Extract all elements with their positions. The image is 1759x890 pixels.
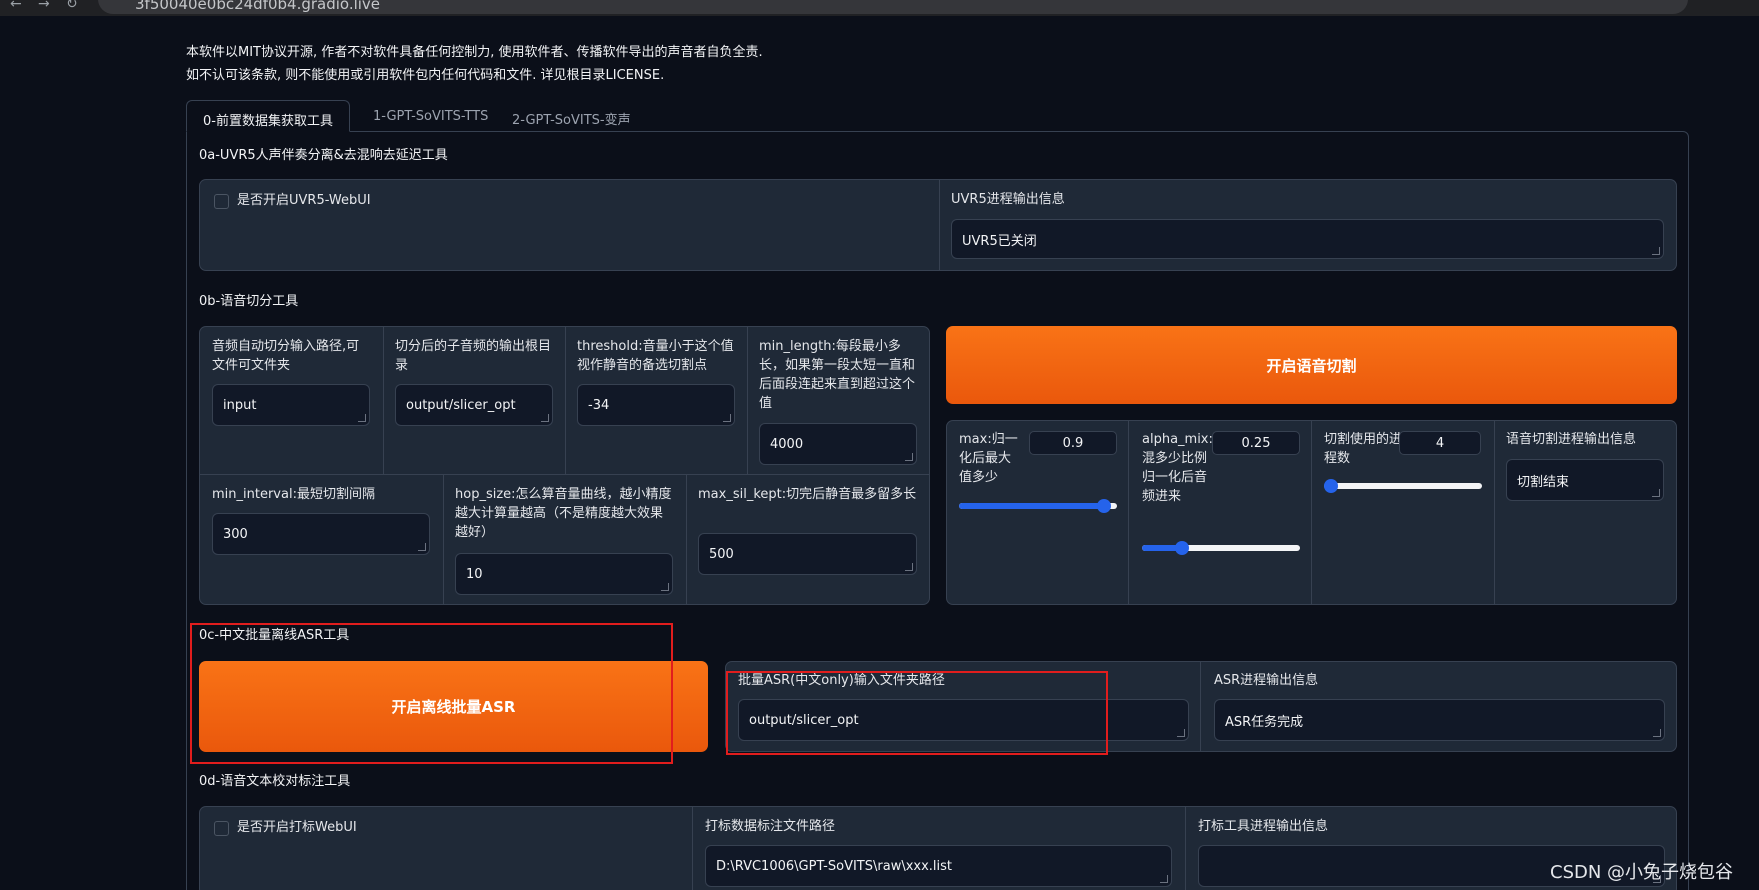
max-sil-kept-field[interactable]: 500 bbox=[698, 533, 917, 575]
asr-output-label: ASR进程输出信息 bbox=[1214, 673, 1319, 688]
input-path-label: 音频自动切分输入路径,可文件可文件夹 bbox=[212, 339, 360, 373]
min-interval-field[interactable]: 300 bbox=[212, 513, 430, 555]
uvr5-output-field[interactable]: UVR5已关闭 bbox=[951, 219, 1664, 259]
asr-output-field[interactable]: ASR任务完成 bbox=[1214, 699, 1665, 741]
label-tool-section-title: 0d-语音文本校对标注工具 bbox=[199, 774, 351, 789]
label-tool-block: 是否开启打标WebUI 打标数据标注文件路径 D:\RVC1006\GPT-So… bbox=[199, 806, 1677, 890]
max-sil-kept-label: max_sil_kept:切完后静音最多留多长 bbox=[698, 487, 917, 502]
label-webui-checkbox-label: 是否开启打标WebUI bbox=[237, 820, 357, 835]
settings-divider-3 bbox=[1494, 421, 1495, 604]
uvr5-webui-checkbox-label: 是否开启UVR5-WebUI bbox=[237, 193, 371, 208]
forward-icon[interactable]: → bbox=[38, 0, 50, 12]
tab-data-tools[interactable]: 0-前置数据集获取工具 bbox=[186, 100, 350, 132]
address-text: 3f50040e0bc24df0b4.gradio.live bbox=[135, 0, 381, 13]
slicer-output-label: 语音切割进程输出信息 bbox=[1506, 432, 1637, 447]
max-slider-thumb[interactable] bbox=[1097, 499, 1112, 513]
slicer-col-divider-2 bbox=[565, 327, 566, 474]
tab-voice-change[interactable]: 2-GPT-SoVITS-变声 bbox=[496, 100, 647, 132]
slicer-section-title: 0b-语音切分工具 bbox=[199, 294, 299, 309]
label-divider-2 bbox=[1185, 807, 1186, 890]
settings-divider-2 bbox=[1311, 421, 1312, 604]
tab-tts[interactable]: 1-GPT-SoVITS-TTS bbox=[357, 100, 504, 132]
slicer-col-divider-3 bbox=[747, 327, 748, 474]
min-interval-label: min_interval:最短切割间隔 bbox=[212, 487, 375, 502]
csdn-watermark: CSDN @小兔子烧包谷 bbox=[1550, 862, 1734, 883]
slicer-row-divider bbox=[200, 474, 929, 475]
label-divider-1 bbox=[692, 807, 693, 890]
output-dir-field[interactable]: output/slicer_opt bbox=[395, 384, 553, 426]
highlight-box-asr-button bbox=[190, 623, 673, 764]
procs-slider[interactable] bbox=[1324, 479, 1482, 493]
min-length-field[interactable]: 4000 bbox=[759, 423, 917, 465]
max-label: max:归一化后最大值多少 bbox=[959, 432, 1018, 485]
output-dir-label: 切分后的子音频的输出根目录 bbox=[395, 339, 552, 373]
slicer-settings-block: max:归一化后最大值多少 0.9 alpha_mix:混多少比例归一化后音频进… bbox=[946, 420, 1677, 605]
license-notice-line1: 本软件以MIT协议开源, 作者不对软件具备任何控制力, 使用软件者、传播软件导出… bbox=[186, 45, 763, 60]
uvr5-output-label: UVR5进程输出信息 bbox=[951, 192, 1065, 207]
uvr5-section-title: 0a-UVR5人声伴奏分离&去混响去延迟工具 bbox=[199, 148, 448, 163]
label-output-label: 打标工具进程输出信息 bbox=[1198, 819, 1329, 834]
max-number-input[interactable]: 0.9 bbox=[1029, 431, 1117, 455]
uvr5-divider bbox=[939, 180, 940, 270]
asr-divider bbox=[1200, 662, 1201, 751]
slicer-params-block: 音频自动切分输入路径,可文件可文件夹 input 切分后的子音频的输出根目录 o… bbox=[199, 326, 930, 605]
label-path-field[interactable]: D:\RVC1006\GPT-SoVITS\raw\xxx.list bbox=[705, 845, 1172, 887]
highlight-box-asr-input bbox=[726, 671, 1108, 755]
uvr5-webui-checkbox[interactable] bbox=[214, 194, 229, 209]
label-webui-checkbox[interactable] bbox=[214, 821, 229, 836]
slicer-col-divider-1 bbox=[383, 327, 384, 474]
settings-divider-1 bbox=[1128, 421, 1129, 604]
alpha-mix-slider[interactable] bbox=[1142, 541, 1300, 555]
input-path-field[interactable]: input bbox=[212, 384, 370, 426]
alpha-mix-label: alpha_mix:混多少比例归一化后音频进来 bbox=[1142, 432, 1213, 504]
threshold-label: threshold:音量小于这个值视作静音的备选切割点 bbox=[577, 339, 734, 373]
threshold-field[interactable]: -34 bbox=[577, 384, 735, 426]
license-notice-line2: 如不认可该条款, 则不能使用或引用软件包内任何代码和文件. 详见根目录LICEN… bbox=[186, 68, 665, 83]
procs-slider-thumb[interactable] bbox=[1324, 479, 1338, 493]
hop-size-label: hop_size:怎么算音量曲线，越小精度越大计算量越高（不是精度越大效果越好） bbox=[455, 487, 672, 540]
slicer-output-field[interactable]: 切割结束 bbox=[1506, 459, 1664, 501]
start-slicer-button[interactable]: 开启语音切割 bbox=[946, 326, 1677, 404]
hop-size-field[interactable]: 10 bbox=[455, 553, 673, 595]
uvr5-block: 是否开启UVR5-WebUI UVR5进程输出信息 UVR5已关闭 bbox=[199, 179, 1677, 271]
max-slider[interactable] bbox=[959, 499, 1117, 513]
alpha-mix-slider-thumb[interactable] bbox=[1174, 541, 1189, 555]
procs-label: 切割使用的进程数 bbox=[1324, 432, 1403, 466]
label-path-label: 打标数据标注文件路径 bbox=[705, 819, 836, 834]
slicer-col-divider-5 bbox=[686, 475, 687, 604]
reload-icon[interactable]: ↻ bbox=[66, 0, 78, 12]
slicer-col-divider-4 bbox=[443, 475, 444, 604]
back-icon[interactable]: ← bbox=[10, 0, 22, 12]
max-slider-fill bbox=[959, 503, 1105, 509]
alpha-mix-number-input[interactable]: 0.25 bbox=[1212, 431, 1300, 455]
procs-number-input[interactable]: 4 bbox=[1399, 431, 1481, 455]
min-length-label: min_length:每段最小多长，如果第一段太短一直和后面段连起来直到超过这个… bbox=[759, 339, 916, 411]
